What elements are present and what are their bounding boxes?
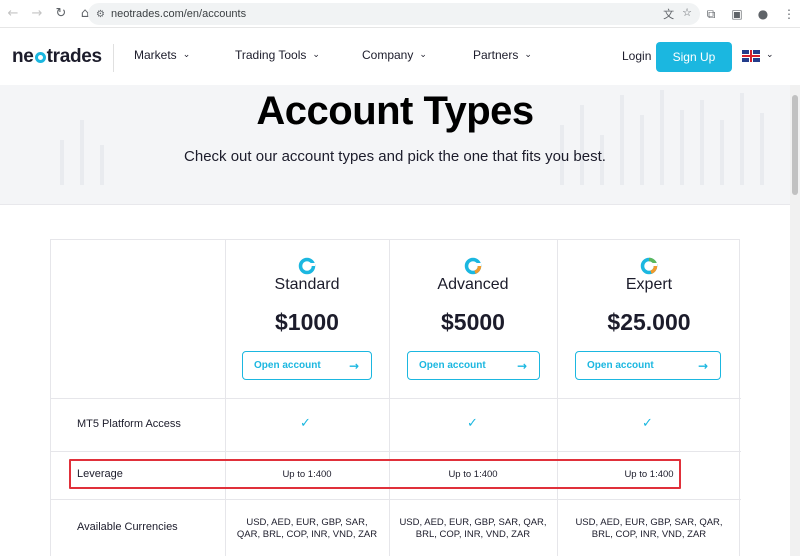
arrow-right-icon: → xyxy=(697,358,708,373)
header-divider xyxy=(113,44,114,72)
plan-price: $25.000 xyxy=(607,309,691,335)
hero-section: Account Types Check out our account type… xyxy=(0,85,800,205)
currencies-line: USD, AED, EUR, GBP, SAR, xyxy=(246,517,368,528)
account-comparison-table: Standard $1000 Open account → Advanced $5… xyxy=(50,239,741,556)
url-text: neotrades.com/en/accounts xyxy=(110,8,247,20)
menu-company[interactable]: Company ⌄ xyxy=(362,48,427,62)
chevron-down-icon: ⌄ xyxy=(419,50,427,60)
checkmark-icon: ✓ xyxy=(300,416,311,431)
menu-markets[interactable]: Markets ⌄ xyxy=(134,48,190,62)
profile-icon[interactable]: ● xyxy=(752,3,774,25)
reload-icon[interactable]: ↻ xyxy=(50,3,72,25)
uk-flag-icon[interactable] xyxy=(742,50,760,62)
plan-price: $1000 xyxy=(275,309,339,335)
currencies-line: USD, AED, EUR, GBP, SAR, QAR, xyxy=(399,517,547,528)
arrow-right-icon: → xyxy=(348,358,359,373)
login-link[interactable]: Login xyxy=(622,49,651,63)
neotrades-logo[interactable]: ne trades xyxy=(12,46,102,68)
page-title: Account Types xyxy=(256,89,534,133)
site-info-icon[interactable]: ⚙ xyxy=(96,9,105,20)
site-header: ne trades Markets ⌄ Trading Tools ⌄ Company… xyxy=(0,28,800,85)
expert-plan-logo-icon xyxy=(640,257,658,275)
open-account-button[interactable]: Open account → xyxy=(407,351,540,380)
currencies-line: BRL, COP, INR, VND, ZAR xyxy=(415,529,531,540)
menu-label: Markets xyxy=(134,48,177,62)
translate-icon[interactable]: 文 xyxy=(663,6,674,22)
page-subtitle: Check out our account types and pick the… xyxy=(184,148,606,165)
menu-label: Partners xyxy=(473,48,519,62)
browser-toolbar: ← → ↻ ⌂ ⚙ neotrades.com/en/accounts 文 ☆ … xyxy=(0,0,800,28)
menu-trading-tools[interactable]: Trading Tools ⌄ xyxy=(235,48,320,62)
currencies-line: BRL, COP, INR, VND, ZAR xyxy=(591,529,707,540)
currencies-value: USD, AED, EUR, GBP, SAR, QAR, BRL, COP, … xyxy=(225,517,389,541)
chevron-down-icon: ⌄ xyxy=(524,50,532,60)
menu-label: Company xyxy=(362,48,414,62)
sign-up-button[interactable]: Sign Up xyxy=(656,42,732,72)
currencies-line: QAR, BRL, COP, INR, VND, ZAR xyxy=(236,529,378,540)
page-scrollbar[interactable] xyxy=(790,85,800,556)
menu-partners[interactable]: Partners ⌄ xyxy=(473,48,532,62)
plan-advanced: Advanced $5000 Open account → xyxy=(389,240,557,398)
currencies-value: USD, AED, EUR, GBP, SAR, QAR, BRL, COP, … xyxy=(389,517,557,541)
browser-menu-icon[interactable]: ⋮ xyxy=(778,3,800,25)
button-label: Open account xyxy=(419,360,486,371)
leverage-row-highlight xyxy=(69,459,681,489)
button-label: Open account xyxy=(254,360,321,371)
advanced-plan-logo-icon xyxy=(464,257,482,275)
chevron-down-icon[interactable]: ⌄ xyxy=(766,50,774,60)
side-panel-icon[interactable]: ▣ xyxy=(726,3,748,25)
currencies-value: USD, AED, EUR, GBP, SAR, QAR, BRL, COP, … xyxy=(557,517,741,541)
back-icon[interactable]: ← xyxy=(2,3,24,25)
plan-price: $5000 xyxy=(441,309,505,335)
chevron-down-icon: ⌄ xyxy=(182,50,191,60)
checkmark-icon: ✓ xyxy=(467,416,478,431)
arrow-right-icon: → xyxy=(516,358,527,373)
plan-expert: Expert $25.000 Open account → xyxy=(557,240,741,398)
bookmark-star-icon[interactable]: ☆ xyxy=(682,6,692,22)
extensions-icon[interactable]: ⧉ xyxy=(700,3,722,25)
scroll-thumb[interactable] xyxy=(792,95,798,195)
forward-icon[interactable]: → xyxy=(26,3,48,25)
plan-name: Advanced xyxy=(437,276,509,293)
open-account-button[interactable]: Open account → xyxy=(242,351,372,380)
open-account-button[interactable]: Open account → xyxy=(575,351,721,380)
chevron-down-icon: ⌄ xyxy=(312,50,320,60)
standard-plan-logo-icon xyxy=(298,257,316,275)
address-bar[interactable]: ⚙ neotrades.com/en/accounts 文 ☆ xyxy=(88,3,700,25)
row-label-platform: MT5 Platform Access xyxy=(77,418,181,430)
plan-name: Standard xyxy=(274,276,340,293)
currencies-line: USD, AED, EUR, GBP, SAR, QAR, xyxy=(575,517,723,528)
button-label: Open account xyxy=(587,360,654,371)
menu-label: Trading Tools xyxy=(235,48,307,62)
row-label-currencies: Available Currencies xyxy=(77,521,178,533)
plan-standard: Standard $1000 Open account → xyxy=(225,240,389,398)
checkmark-icon: ✓ xyxy=(642,416,653,431)
plan-name: Expert xyxy=(625,276,673,293)
